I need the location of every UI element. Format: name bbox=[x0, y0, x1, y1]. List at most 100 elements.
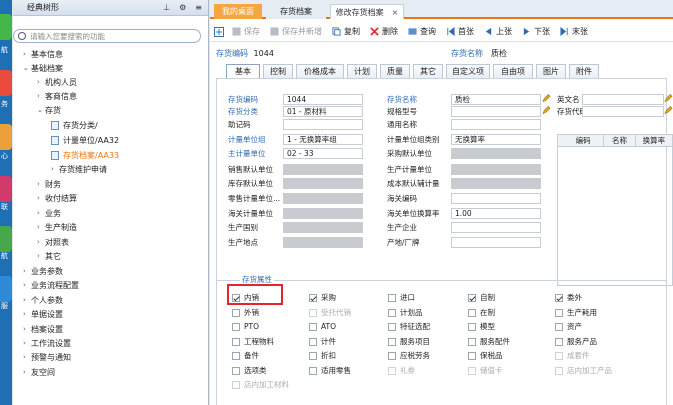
checkbox-icon[interactable] bbox=[309, 351, 317, 360]
field-input[interactable] bbox=[582, 94, 664, 105]
tree-node[interactable]: ⌄ 基础档案 bbox=[23, 62, 63, 74]
tree-node[interactable]: 存货档案/AA33 bbox=[51, 149, 119, 161]
attribute-checkbox[interactable]: 储值卡 bbox=[468, 365, 503, 376]
field-input[interactable] bbox=[451, 178, 541, 189]
previous-button[interactable]: 上张 bbox=[484, 26, 512, 37]
tree-node[interactable]: › 档案设置 bbox=[23, 323, 63, 335]
menu-icon[interactable]: ≡ bbox=[195, 3, 202, 12]
tree-node[interactable]: 存货分类/ bbox=[51, 119, 98, 131]
chevron-right-icon[interactable]: › bbox=[23, 368, 31, 376]
delete-button[interactable]: 删除 bbox=[370, 26, 398, 37]
attribute-checkbox[interactable]: 计件 bbox=[309, 336, 336, 347]
field-input[interactable] bbox=[582, 106, 664, 117]
tree-node[interactable]: › 存货维护申请 bbox=[51, 163, 107, 175]
checkbox-icon[interactable] bbox=[555, 337, 563, 346]
attribute-checkbox[interactable]: 资产 bbox=[555, 321, 582, 332]
first-button[interactable]: 首张 bbox=[446, 26, 474, 37]
attribute-checkbox[interactable]: 自制 bbox=[468, 292, 495, 303]
edit-pencil-icon[interactable] bbox=[664, 105, 673, 115]
module-icon-4[interactable] bbox=[0, 176, 12, 202]
chevron-right-icon[interactable]: › bbox=[51, 165, 59, 173]
tree-node[interactable]: › 业务 bbox=[37, 207, 61, 219]
chevron-right-icon[interactable]: › bbox=[23, 353, 31, 361]
attribute-checkbox[interactable]: 折扣 bbox=[309, 350, 336, 361]
attribute-checkbox[interactable]: 服务项目 bbox=[388, 336, 430, 347]
field-input[interactable]: 02 - 33 bbox=[283, 148, 363, 159]
chevron-right-icon[interactable]: › bbox=[23, 296, 31, 304]
checkbox-icon[interactable] bbox=[232, 308, 240, 317]
checkbox-icon[interactable] bbox=[388, 351, 396, 360]
tree-node[interactable]: › 友空间 bbox=[23, 366, 55, 378]
module-icon-5[interactable] bbox=[0, 226, 12, 252]
tree-node[interactable]: › 对照表 bbox=[37, 236, 69, 248]
chevron-right-icon[interactable]: › bbox=[23, 267, 31, 275]
attribute-checkbox[interactable]: 模型 bbox=[468, 321, 495, 332]
field-input[interactable] bbox=[283, 208, 363, 219]
tree-node[interactable]: ⌄ 存货 bbox=[37, 104, 61, 116]
field-input[interactable]: 质检 bbox=[451, 94, 541, 105]
field-input[interactable] bbox=[451, 237, 541, 248]
attribute-checkbox[interactable]: 特征选配 bbox=[388, 321, 430, 332]
chevron-right-icon[interactable]: › bbox=[23, 310, 31, 318]
ptab-free-items[interactable]: 自由项 bbox=[493, 64, 533, 78]
chevron-right-icon[interactable]: › bbox=[37, 180, 45, 188]
attribute-checkbox[interactable]: 应税劳务 bbox=[388, 350, 430, 361]
checkbox-icon[interactable] bbox=[468, 351, 476, 360]
tree-node[interactable]: › 业务流程配置 bbox=[23, 279, 79, 291]
attribute-checkbox[interactable]: 适用零售 bbox=[309, 365, 351, 376]
checkbox-icon[interactable] bbox=[309, 308, 317, 317]
checkbox-icon[interactable] bbox=[388, 293, 396, 302]
checkbox-icon[interactable] bbox=[388, 366, 396, 375]
chevron-right-icon[interactable]: › bbox=[37, 194, 45, 202]
checkbox-icon[interactable] bbox=[232, 366, 240, 375]
module-icon-2[interactable] bbox=[0, 70, 12, 96]
settings-icon[interactable]: ⚙ bbox=[179, 3, 186, 12]
tree-node[interactable]: › 生产制造 bbox=[37, 221, 77, 233]
checkbox-icon[interactable] bbox=[555, 351, 563, 360]
attribute-checkbox[interactable]: 委外 bbox=[555, 292, 582, 303]
ptab-custom[interactable]: 自定义项 bbox=[446, 64, 490, 78]
field-input[interactable]: 1.00 bbox=[451, 208, 541, 219]
attribute-checkbox[interactable]: 工程物料 bbox=[232, 336, 274, 347]
ptab-price-cost[interactable]: 价格成本 bbox=[296, 64, 344, 78]
ptab-basic[interactable]: 基本 bbox=[226, 64, 260, 78]
attribute-checkbox[interactable]: 进口 bbox=[388, 292, 415, 303]
module-icon-6[interactable] bbox=[0, 276, 12, 302]
attribute-checkbox[interactable]: 备件 bbox=[232, 350, 259, 361]
save-button[interactable]: 保存 bbox=[232, 26, 260, 37]
checkbox-icon[interactable] bbox=[555, 293, 563, 302]
ptab-other[interactable]: 其它 bbox=[413, 64, 443, 78]
checkbox-icon[interactable] bbox=[468, 337, 476, 346]
tab-edit-inventory[interactable]: 修改存货档案 × bbox=[330, 4, 404, 19]
attribute-checkbox[interactable]: 服务配件 bbox=[468, 336, 510, 347]
attribute-checkbox[interactable]: 店内加工材料 bbox=[232, 379, 289, 390]
ptab-plan[interactable]: 计划 bbox=[347, 64, 377, 78]
ptab-attachments[interactable]: 附件 bbox=[569, 64, 599, 78]
attribute-checkbox[interactable]: 生产耗用 bbox=[555, 307, 597, 318]
chevron-down-icon[interactable]: ⌄ bbox=[23, 64, 31, 72]
chevron-right-icon[interactable]: › bbox=[23, 325, 31, 333]
edit-pencil-icon[interactable] bbox=[664, 93, 673, 103]
tree-node[interactable]: › 其它 bbox=[37, 250, 61, 262]
checkbox-icon[interactable] bbox=[388, 337, 396, 346]
function-search-input[interactable]: 请输入您要搜索的功能 bbox=[13, 29, 201, 43]
tree-node[interactable]: › 财务 bbox=[37, 178, 61, 190]
tree-node[interactable]: › 业务参数 bbox=[23, 265, 63, 277]
close-icon[interactable]: × bbox=[392, 8, 399, 17]
attribute-checkbox[interactable]: 外销 bbox=[232, 307, 259, 318]
checkbox-icon[interactable] bbox=[468, 366, 476, 375]
attribute-checkbox[interactable]: 服务产品 bbox=[555, 336, 597, 347]
tree-node[interactable]: › 预警与通知 bbox=[23, 351, 71, 363]
chevron-right-icon[interactable]: › bbox=[23, 339, 31, 347]
field-input[interactable] bbox=[451, 148, 541, 159]
add-icon[interactable] bbox=[214, 26, 224, 37]
attribute-checkbox[interactable]: 采购 bbox=[309, 292, 336, 303]
attribute-checkbox[interactable]: PTO bbox=[232, 321, 259, 332]
edit-pencil-icon[interactable] bbox=[542, 105, 551, 115]
save-and-new-button[interactable]: 保存并新增 bbox=[270, 26, 322, 37]
checkbox-icon[interactable] bbox=[309, 337, 317, 346]
module-icon-1[interactable] bbox=[0, 14, 12, 40]
field-input[interactable] bbox=[451, 106, 541, 117]
ptab-images[interactable]: 图片 bbox=[536, 64, 566, 78]
checkbox-icon[interactable] bbox=[232, 337, 240, 346]
